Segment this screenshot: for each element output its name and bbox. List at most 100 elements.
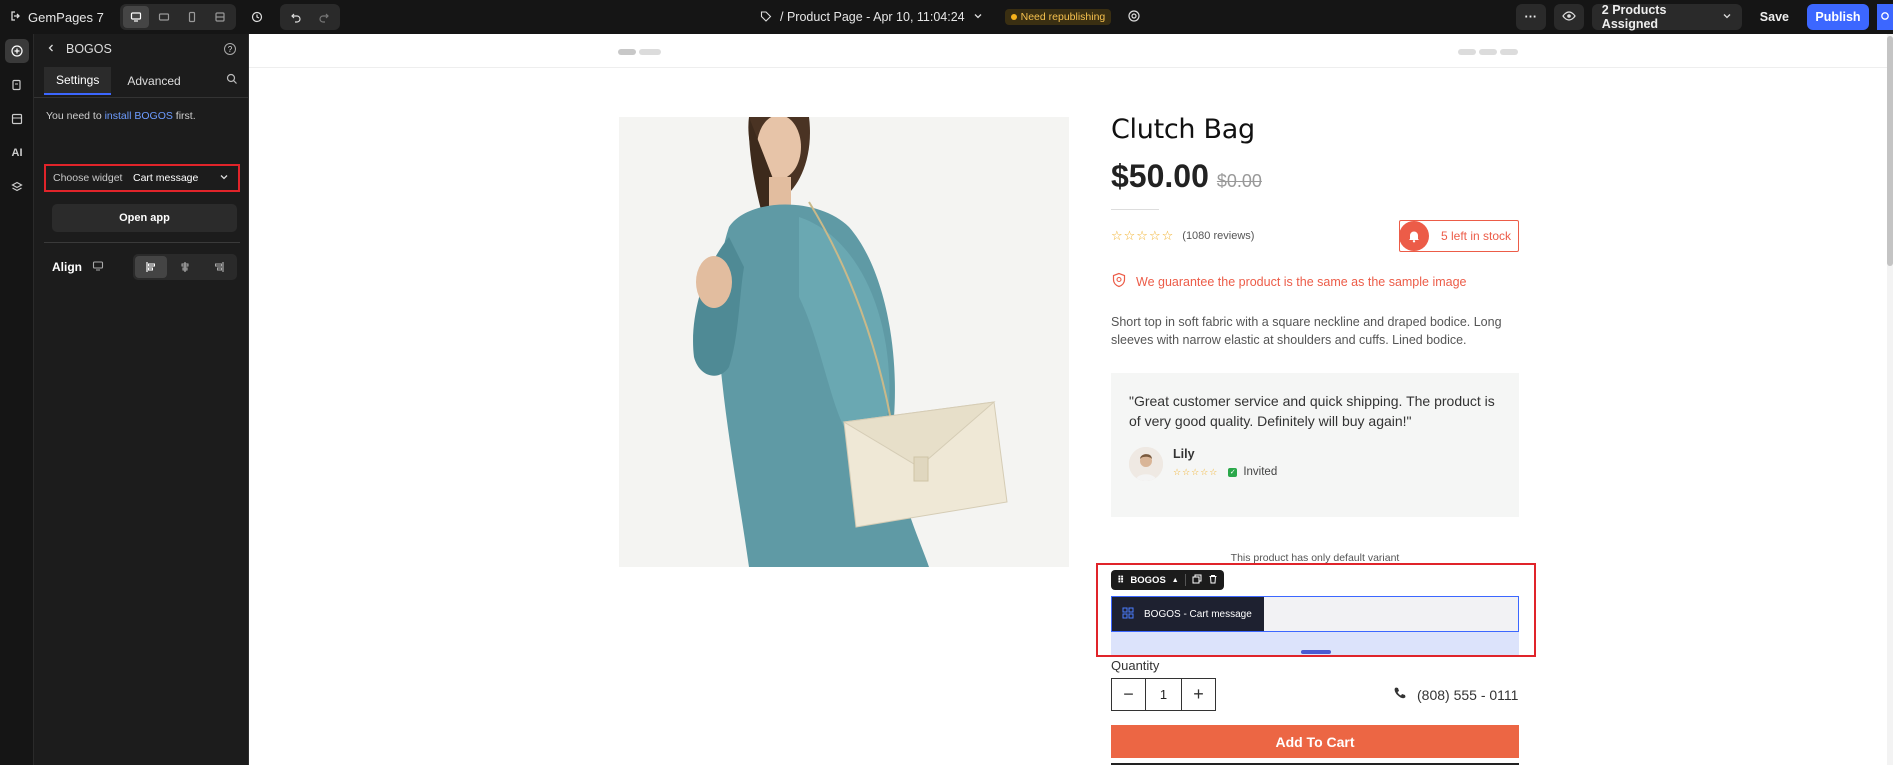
- panel-title: BOGOS: [66, 42, 112, 56]
- tab-advanced[interactable]: Advanced: [115, 67, 192, 95]
- page-title-area: / Product Page - Apr 10, 11:04:24 Need r…: [760, 0, 1141, 34]
- align-center-icon[interactable]: [169, 256, 201, 278]
- phone-contact[interactable]: (808) 555 - 0111: [1393, 686, 1518, 703]
- chevron-down-icon: [219, 172, 229, 185]
- products-assigned-label: 2 Products Assigned: [1601, 3, 1667, 31]
- guarantee-row: We guarantee the product is the same as …: [1111, 272, 1519, 291]
- stock-text: 5 left in stock: [1441, 229, 1512, 243]
- product-price[interactable]: $50.00: [1111, 158, 1209, 195]
- placeholder-bar: [1458, 49, 1476, 55]
- tab-settings[interactable]: Settings: [44, 66, 112, 95]
- open-app-button[interactable]: Open app: [52, 204, 237, 232]
- author-name: Lily: [1173, 447, 1195, 461]
- guarantee-text[interactable]: We guarantee the product is the same as …: [1136, 275, 1467, 289]
- scrollbar-thumb[interactable]: [1887, 36, 1893, 266]
- highlight-box: [1096, 563, 1536, 657]
- page-title[interactable]: / Product Page - Apr 10, 11:04:24: [780, 10, 965, 24]
- mobile-icon[interactable]: [179, 6, 205, 28]
- help-icon[interactable]: ?: [224, 43, 236, 55]
- products-assigned-dropdown[interactable]: 2 Products Assigned: [1591, 3, 1742, 31]
- choose-widget-select[interactable]: Cart message: [133, 172, 229, 185]
- back-arrow-icon[interactable]: [46, 42, 56, 56]
- placeholder-bar: [1479, 49, 1497, 55]
- sections-icon[interactable]: [0, 102, 34, 136]
- more-options-button[interactable]: ···: [1515, 4, 1546, 30]
- install-note-suffix: first.: [172, 110, 196, 122]
- author-rating-stars-icon: ☆☆☆☆☆: [1173, 466, 1219, 477]
- shield-icon: [1111, 272, 1127, 291]
- add-element-icon[interactable]: [0, 34, 34, 68]
- placeholder-bar: [1500, 49, 1518, 55]
- exit-icon: [10, 10, 22, 25]
- redo-icon[interactable]: [311, 6, 337, 28]
- bell-icon: [1399, 221, 1429, 251]
- status-badge-label: Need republishing: [1020, 11, 1106, 23]
- undo-icon[interactable]: [283, 6, 309, 28]
- phone-icon: [1393, 686, 1407, 703]
- panel-header: BOGOS ?: [34, 34, 248, 64]
- stock-counter[interactable]: 5 left in stock: [1399, 220, 1519, 252]
- search-icon[interactable]: [226, 72, 238, 90]
- top-bar: GemPages 7 / Product Page - Apr 10, 11:0…: [0, 0, 1893, 34]
- layers-icon[interactable]: [0, 170, 34, 204]
- compare-price[interactable]: $0.00: [1217, 171, 1262, 192]
- settings-panel: BOGOS ? Settings Advanced You need to in…: [34, 34, 249, 765]
- canvas-scrollbar[interactable]: [1887, 34, 1893, 765]
- testimonial-card[interactable]: "Great customer service and quick shippi…: [1111, 373, 1519, 517]
- panel-tabs: Settings Advanced: [34, 64, 248, 98]
- product-title[interactable]: Clutch Bag: [1111, 114, 1519, 145]
- choose-widget-value: Cart message: [133, 172, 199, 184]
- gear-icon: [1880, 10, 1890, 24]
- quantity-input[interactable]: 1: [1145, 679, 1182, 710]
- chevron-down-icon: [1722, 10, 1732, 24]
- tag-icon: [760, 10, 772, 25]
- align-label: Align: [52, 260, 82, 274]
- publish-settings-button[interactable]: [1877, 4, 1893, 30]
- eye-icon: [1562, 9, 1576, 26]
- chevron-down-icon[interactable]: [973, 10, 983, 24]
- add-to-cart-button[interactable]: Add To Cart: [1111, 725, 1519, 758]
- status-dot: [1010, 14, 1017, 20]
- canvas-header-placeholder: [249, 34, 1893, 68]
- author-meta: ☆☆☆☆☆ ✓ Invited: [1173, 466, 1277, 478]
- quantity-label: Quantity: [1111, 658, 1160, 673]
- desktop-icon[interactable]: [123, 6, 149, 28]
- align-left-icon[interactable]: [135, 256, 167, 278]
- choose-widget-label: Choose widget: [53, 172, 123, 184]
- preview-button[interactable]: [1553, 4, 1584, 30]
- avatar: [1129, 447, 1163, 481]
- divider: [1111, 209, 1159, 210]
- choose-widget-row: Choose widget Cart message: [44, 164, 240, 192]
- support-icon[interactable]: [1127, 9, 1141, 26]
- save-button[interactable]: Save: [1750, 4, 1799, 30]
- ai-icon[interactable]: AI: [0, 136, 34, 170]
- product-description[interactable]: Short top in soft fabric with a square n…: [1111, 313, 1519, 349]
- align-options: [133, 254, 237, 280]
- review-count[interactable]: (1080 reviews): [1182, 230, 1254, 242]
- rating-stars-icon: ☆☆☆☆☆: [1111, 228, 1175, 243]
- align-row: Align: [52, 254, 237, 280]
- verified-check-icon: ✓: [1228, 467, 1238, 477]
- quantity-stepper: − 1 +: [1111, 678, 1216, 711]
- more-icon: ···: [1524, 10, 1538, 24]
- install-note-prefix: You need to: [46, 110, 105, 122]
- decrease-quantity-button[interactable]: −: [1112, 679, 1145, 710]
- publish-button[interactable]: Publish: [1807, 4, 1869, 30]
- align-right-icon[interactable]: [203, 256, 235, 278]
- panel-divider: [44, 242, 240, 243]
- history-icon[interactable]: [244, 6, 270, 28]
- increase-quantity-button[interactable]: +: [1182, 679, 1215, 710]
- product-image[interactable]: [619, 117, 1069, 567]
- layout-icon[interactable]: [207, 6, 233, 28]
- install-bogos-link[interactable]: install BOGOS: [105, 110, 173, 122]
- tablet-landscape-icon[interactable]: [151, 6, 177, 28]
- testimonial-quote: "Great customer service and quick shippi…: [1129, 393, 1495, 429]
- icon-rail: AI: [0, 34, 34, 765]
- phone-number: (808) 555 - 0111: [1417, 686, 1519, 703]
- responsive-icon[interactable]: [92, 260, 104, 275]
- pages-icon[interactable]: [0, 68, 34, 102]
- app-logo[interactable]: GemPages 7: [0, 10, 120, 25]
- status-badge: Need republishing: [1004, 9, 1112, 25]
- testimonial-author: Lily ☆☆☆☆☆ ✓ Invited: [1129, 447, 1501, 481]
- editor-canvas[interactable]: Clutch Bag $50.00 $0.00 ☆☆☆☆☆ (1080 revi…: [249, 34, 1893, 765]
